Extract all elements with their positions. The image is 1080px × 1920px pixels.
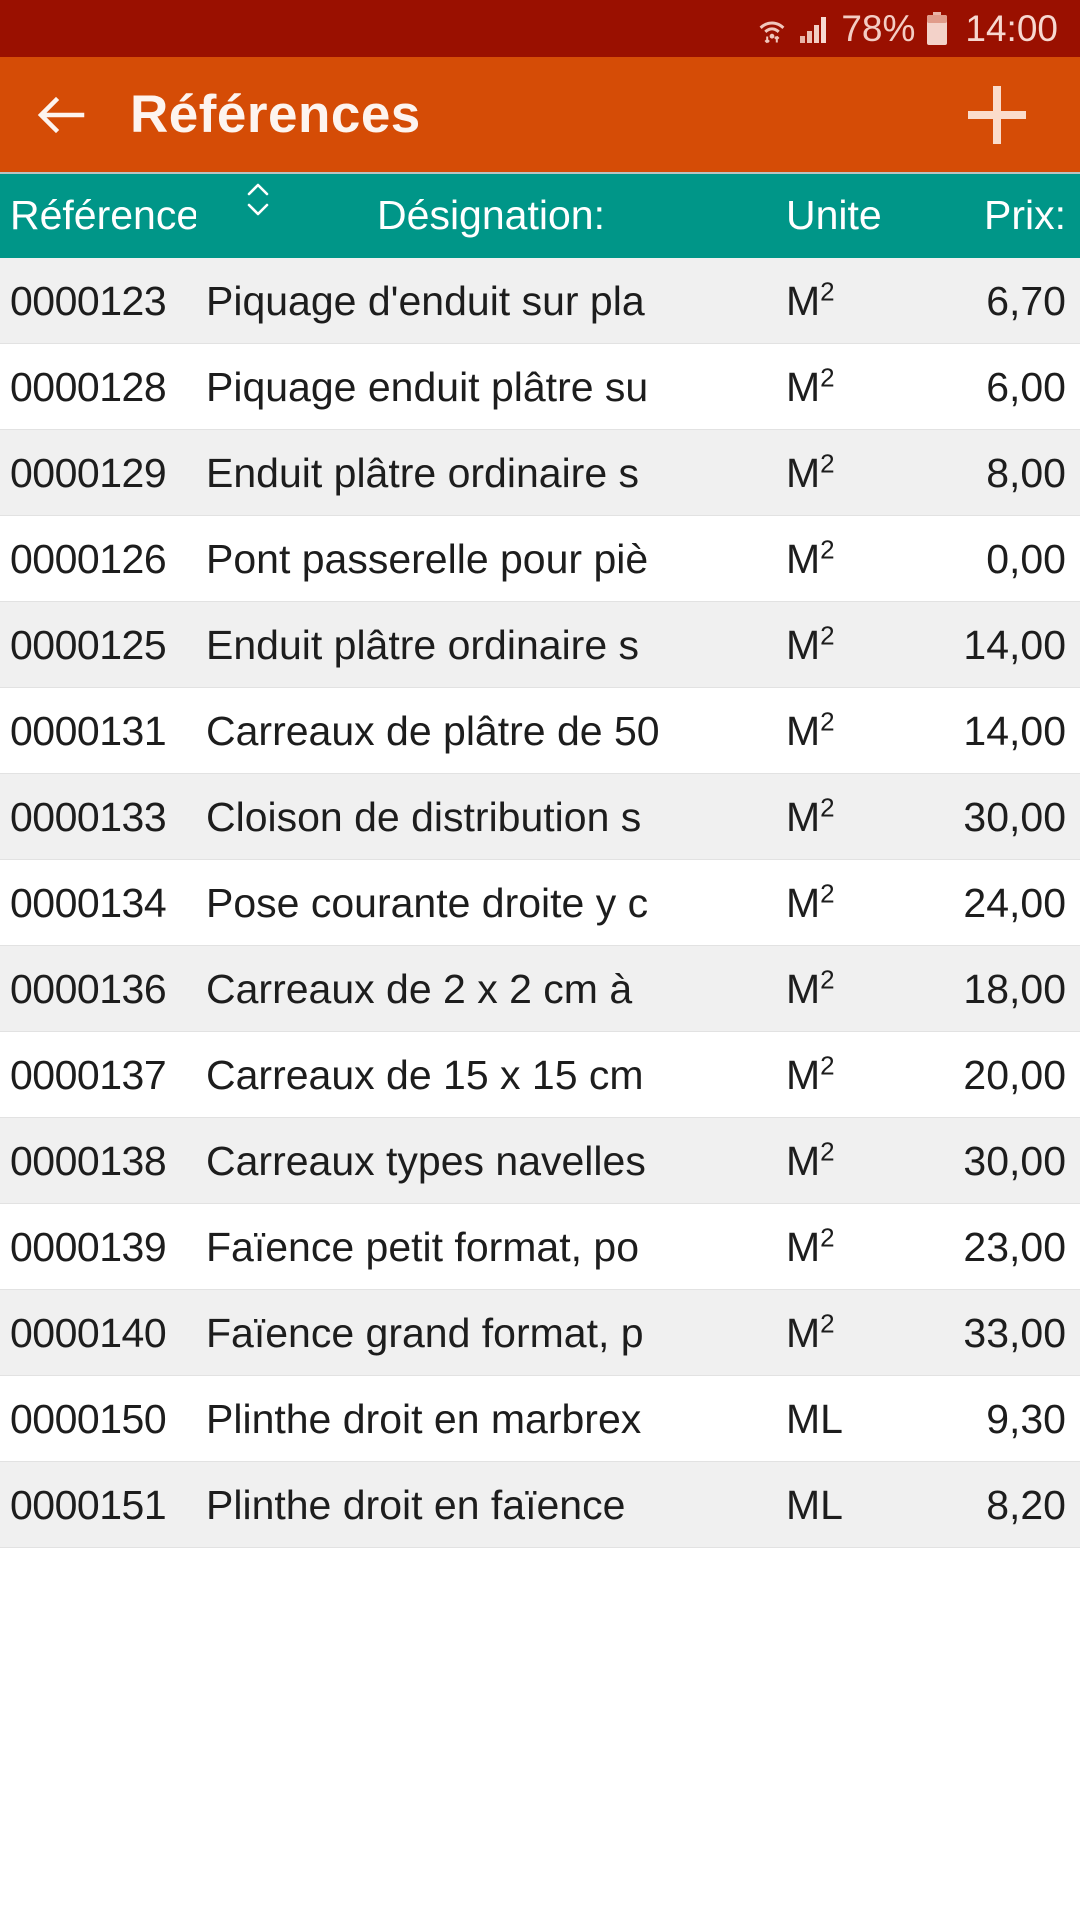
cell-unite: ML — [786, 1481, 843, 1528]
cell-reference: 0000137 — [10, 1051, 167, 1098]
cell-reference: 0000129 — [10, 449, 167, 496]
cell-designation: Piquage d'enduit sur pla — [206, 277, 645, 324]
cell-unite: M2 — [786, 792, 835, 840]
cell-prix: 8,00 — [986, 449, 1066, 496]
table-header-row: Référence: Désignation: Unite Prix: — [0, 172, 1080, 258]
cell-prix: 30,00 — [963, 793, 1066, 840]
cell-designation: Faïence petit format, po — [206, 1223, 640, 1270]
plus-icon[interactable] — [960, 78, 1034, 152]
cell-designation: Carreaux de plâtre de 50 — [206, 707, 660, 754]
cell-prix: 14,00 — [963, 621, 1066, 668]
page-title: Références — [130, 84, 421, 144]
cell-reference: 0000151 — [10, 1481, 167, 1528]
status-bar: 78% 14:00 — [0, 0, 1080, 57]
battery-percent-label: 78% — [841, 7, 916, 49]
cell-prix: 6,70 — [986, 277, 1066, 324]
cell-designation: Pose courante droite y c — [206, 879, 649, 926]
cell-designation: Carreaux de 2 x 2 cm à — [206, 965, 633, 1012]
cell-prix: 9,30 — [986, 1395, 1066, 1442]
cell-unite: M2 — [786, 534, 835, 582]
cell-prix: 30,00 — [963, 1137, 1066, 1184]
column-header-reference[interactable]: Référence: — [0, 192, 196, 238]
app-bar: Références — [0, 57, 1080, 172]
cell-unite: M2 — [786, 1308, 835, 1356]
cell-designation: Plinthe droit en marbrex — [206, 1395, 642, 1442]
cell-reference: 0000150 — [10, 1395, 167, 1442]
table-row[interactable]: 0000126 Pont passerelle pour piè M2 0,00 — [0, 516, 1080, 602]
table-row[interactable]: 0000136 Carreaux de 2 x 2 cm à M2 18,00 — [0, 946, 1080, 1032]
table-row[interactable]: 0000128 Piquage enduit plâtre su M2 6,00 — [0, 344, 1080, 430]
cell-reference: 0000133 — [10, 793, 167, 840]
cell-reference: 0000134 — [10, 879, 167, 926]
cell-unite: M2 — [786, 706, 835, 754]
cell-reference: 0000126 — [10, 535, 167, 582]
cell-designation: Carreaux types navelles — [206, 1137, 646, 1184]
cell-designation: Plinthe droit en faïence — [206, 1481, 626, 1528]
table-row[interactable]: 0000140 Faïence grand format, p M2 33,00 — [0, 1290, 1080, 1376]
column-header-unite[interactable]: Unite — [786, 192, 906, 238]
status-clock: 14:00 — [965, 7, 1058, 49]
table-row[interactable]: 0000133 Cloison de distribution s M2 30,00 — [0, 774, 1080, 860]
cell-unite: ML — [786, 1395, 843, 1442]
cell-unite: M2 — [786, 1050, 835, 1098]
cell-prix: 0,00 — [986, 535, 1066, 582]
column-header-prix[interactable]: Prix: — [906, 192, 1080, 238]
cell-unite: M2 — [786, 964, 835, 1012]
cell-reference: 0000140 — [10, 1309, 167, 1356]
references-table: Référence: Désignation: Unite Prix: 0000… — [0, 172, 1080, 1548]
cell-reference: 0000123 — [10, 277, 167, 324]
cell-prix: 24,00 — [963, 879, 1066, 926]
cell-prix: 20,00 — [963, 1051, 1066, 1098]
cell-unite: M2 — [786, 276, 835, 324]
table-row[interactable]: 0000131 Carreaux de plâtre de 50 M2 14,00 — [0, 688, 1080, 774]
wifi-icon — [755, 12, 789, 46]
table-row[interactable]: 0000129 Enduit plâtre ordinaire s M2 8,00 — [0, 430, 1080, 516]
cell-reference: 0000136 — [10, 965, 167, 1012]
cell-prix: 23,00 — [963, 1223, 1066, 1270]
table-row[interactable]: 0000138 Carreaux types navelles M2 30,00 — [0, 1118, 1080, 1204]
cell-designation: Enduit plâtre ordinaire s — [206, 449, 640, 496]
cell-designation: Piquage enduit plâtre su — [206, 363, 649, 410]
table-row[interactable]: 0000150 Plinthe droit en marbrex ML 9,30 — [0, 1376, 1080, 1462]
cell-prix: 14,00 — [963, 707, 1066, 754]
table-row[interactable]: 0000134 Pose courante droite y c M2 24,00 — [0, 860, 1080, 946]
cell-prix: 18,00 — [963, 965, 1066, 1012]
table-row[interactable]: 0000123 Piquage d'enduit sur pla M2 6,70 — [0, 258, 1080, 344]
table-row[interactable]: 0000151 Plinthe droit en faïence ML 8,20 — [0, 1462, 1080, 1548]
cell-reference: 0000131 — [10, 707, 167, 754]
cell-designation: Carreaux de 15 x 15 cm — [206, 1051, 644, 1098]
column-header-designation[interactable]: Désignation: — [196, 192, 786, 238]
cell-prix: 33,00 — [963, 1309, 1066, 1356]
cell-designation: Enduit plâtre ordinaire s — [206, 621, 640, 668]
cell-reference: 0000125 — [10, 621, 167, 668]
cell-unite: M2 — [786, 1136, 835, 1184]
cell-unite: M2 — [786, 620, 835, 668]
status-bar-right-group: 78% 14:00 — [755, 7, 1058, 49]
cell-unite: M2 — [786, 448, 835, 496]
table-row[interactable]: 0000125 Enduit plâtre ordinaire s M2 14,00 — [0, 602, 1080, 688]
table-row[interactable]: 0000139 Faïence petit format, po M2 23,00 — [0, 1204, 1080, 1290]
cell-unite: M2 — [786, 1222, 835, 1270]
cell-reference: 0000138 — [10, 1137, 167, 1184]
cell-designation: Faïence grand format, p — [206, 1309, 644, 1356]
cell-unite: M2 — [786, 878, 835, 926]
back-arrow-icon[interactable] — [34, 87, 90, 143]
cell-reference: 0000139 — [10, 1223, 167, 1270]
table-row[interactable]: 0000137 Carreaux de 15 x 15 cm M2 20,00 — [0, 1032, 1080, 1118]
cell-designation: Pont passerelle pour piè — [206, 535, 649, 582]
cell-prix: 6,00 — [986, 363, 1066, 410]
table-body: 0000123 Piquage d'enduit sur pla M2 6,70 000… — [0, 258, 1080, 1548]
cell-reference: 0000128 — [10, 363, 167, 410]
cell-prix: 8,20 — [986, 1481, 1066, 1528]
cell-designation: Cloison de distribution s — [206, 793, 642, 840]
signal-icon — [799, 14, 831, 44]
cell-unite: M2 — [786, 362, 835, 410]
battery-icon — [925, 11, 949, 46]
